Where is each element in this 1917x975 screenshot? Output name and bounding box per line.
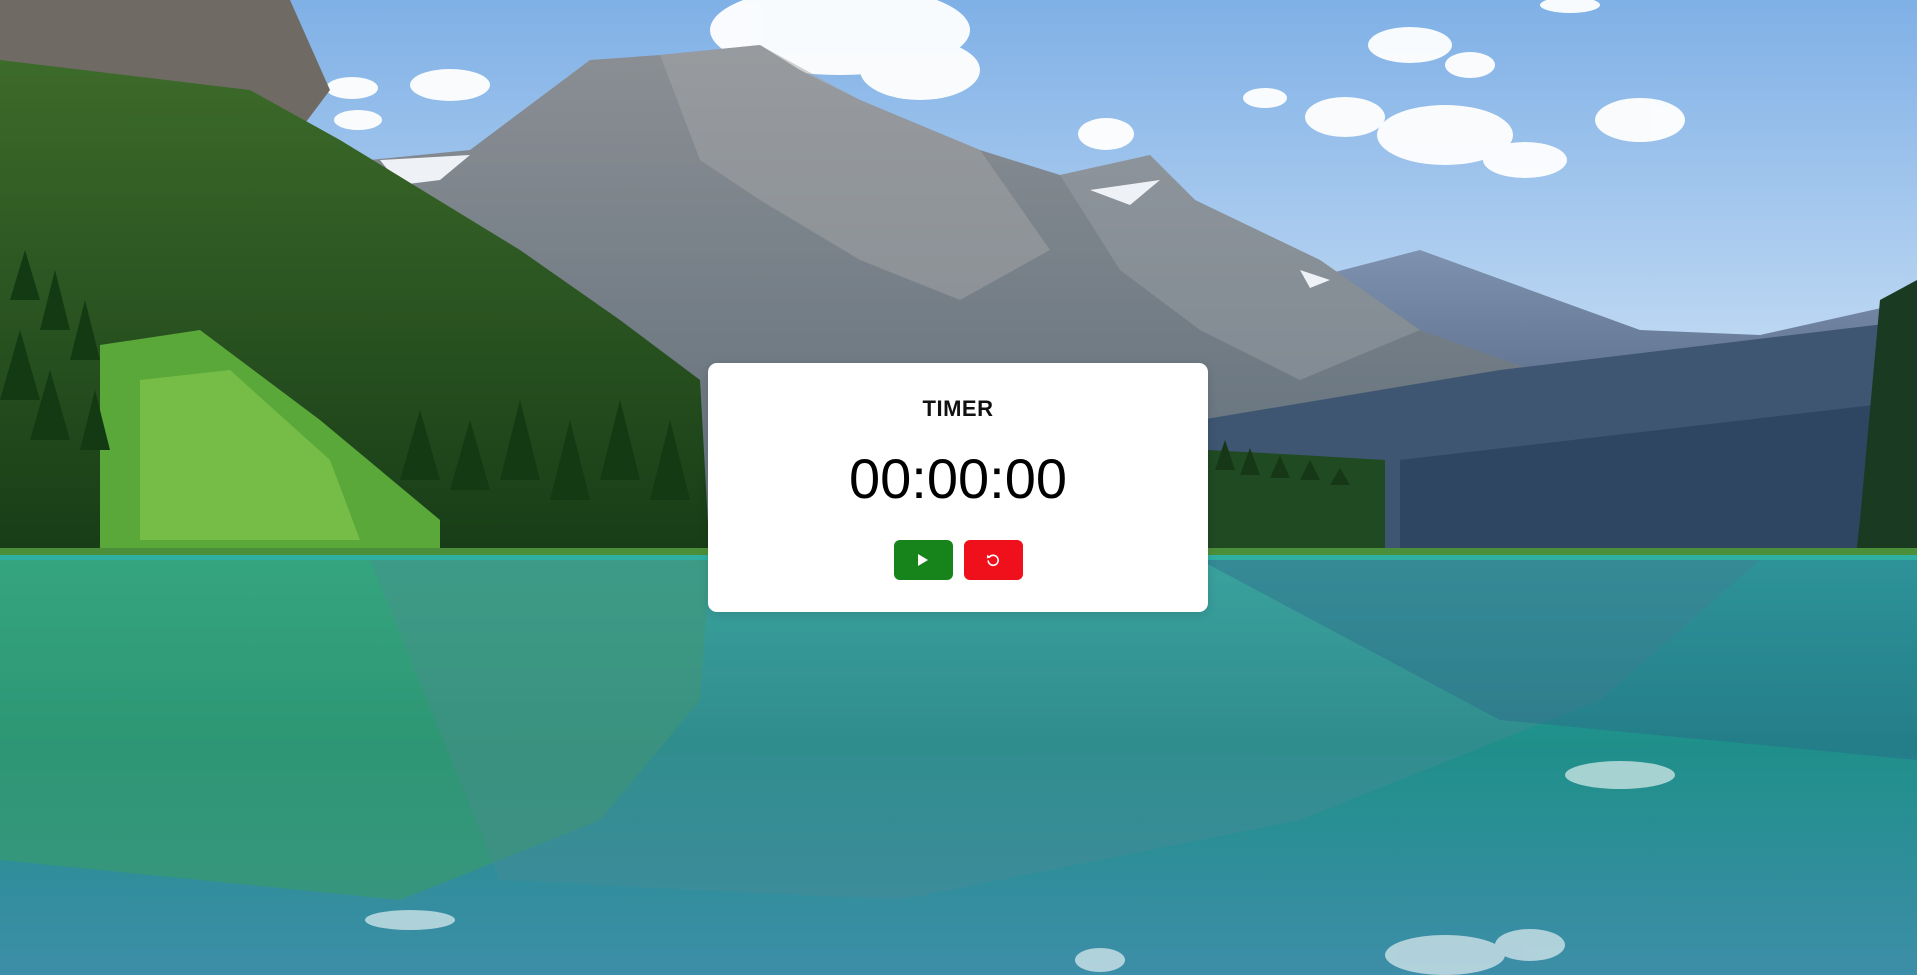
timer-card: TIMER 00:00:00 bbox=[708, 363, 1208, 612]
start-button[interactable] bbox=[893, 540, 953, 580]
reset-button[interactable] bbox=[963, 540, 1023, 580]
play-icon bbox=[917, 553, 929, 567]
timer-display: 00:00:00 bbox=[849, 447, 1067, 510]
reset-icon bbox=[986, 553, 1000, 567]
timer-title: TIMER bbox=[922, 396, 994, 421]
timer-controls bbox=[708, 540, 1208, 580]
